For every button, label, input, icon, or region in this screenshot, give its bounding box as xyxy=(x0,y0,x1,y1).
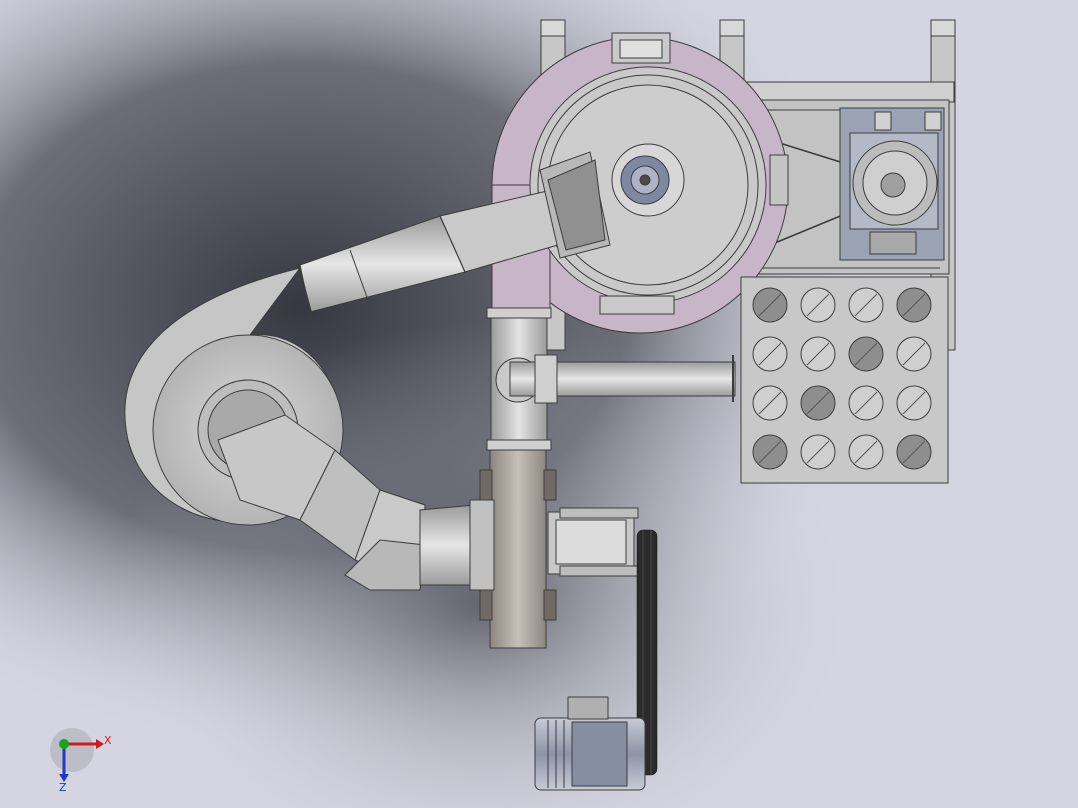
filter-hole xyxy=(848,434,884,470)
filter-hole xyxy=(800,385,836,421)
filter-hole xyxy=(752,336,788,372)
filter-hole xyxy=(800,336,836,372)
graphics-viewport[interactable]: X Z xyxy=(0,0,1078,808)
fan-housing[interactable] xyxy=(469,449,557,649)
filter-hole xyxy=(848,336,884,372)
triad-shadow xyxy=(50,728,94,772)
filter-hole xyxy=(800,434,836,470)
classifier-motor[interactable] xyxy=(839,107,945,261)
filter-hole xyxy=(848,287,884,323)
filter-hole xyxy=(896,434,932,470)
triad-x-label: X xyxy=(104,734,112,747)
filter-hole xyxy=(752,434,788,470)
filter-hole xyxy=(896,336,932,372)
filter-hole xyxy=(848,385,884,421)
filter-hole xyxy=(800,287,836,323)
triad-z-label: Z xyxy=(59,781,67,794)
triad-y-axis xyxy=(59,739,69,749)
filter-hole xyxy=(896,287,932,323)
filter-hole xyxy=(896,385,932,421)
filter-hole xyxy=(752,287,788,323)
bearing-housing[interactable] xyxy=(547,507,639,577)
filter-pipe[interactable] xyxy=(509,354,736,404)
filter-hole xyxy=(752,385,788,421)
